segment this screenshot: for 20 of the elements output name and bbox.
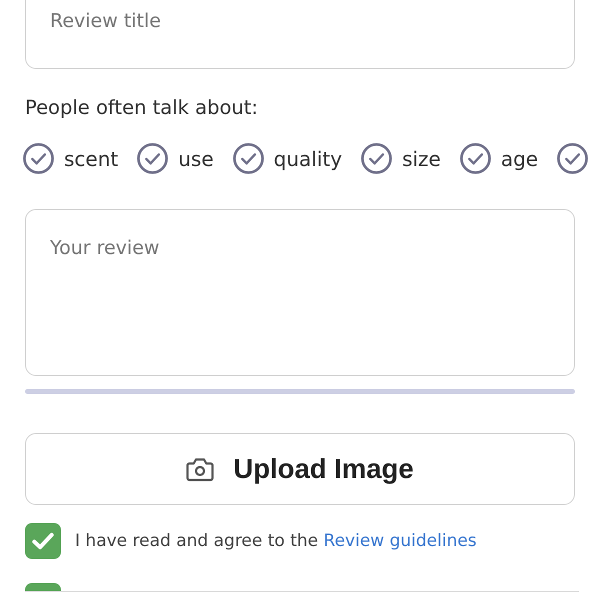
review-input-field[interactable]: Your review: [25, 209, 575, 376]
topic-tag[interactable]: use: [137, 143, 214, 174]
topic-tag[interactable]: age: [460, 143, 538, 174]
check-circle-icon: [137, 143, 168, 174]
check-circle-icon: [232, 143, 264, 174]
topics-heading: People often talk about:: [25, 96, 259, 120]
topic-tag[interactable]: scent: [23, 143, 118, 174]
guidelines-link[interactable]: Review guidelines: [324, 531, 477, 551]
topic-tag[interactable]: quality: [232, 143, 342, 174]
check-circle-icon: [361, 143, 392, 174]
upload-image-button[interactable]: Upload Image: [25, 433, 575, 505]
checkbox[interactable]: [25, 523, 61, 559]
agreement-text: I have read and agree to the Review guidelines: [75, 531, 477, 551]
check-circle-icon: [460, 143, 491, 174]
camera-icon: [186, 456, 214, 482]
topic-tag[interactable]: [557, 143, 588, 174]
topic-tag[interactable]: size: [361, 143, 441, 174]
check-circle-icon: [23, 143, 54, 174]
title-input-field[interactable]: Review title: [25, 0, 575, 69]
check-circle-icon: [557, 143, 588, 174]
